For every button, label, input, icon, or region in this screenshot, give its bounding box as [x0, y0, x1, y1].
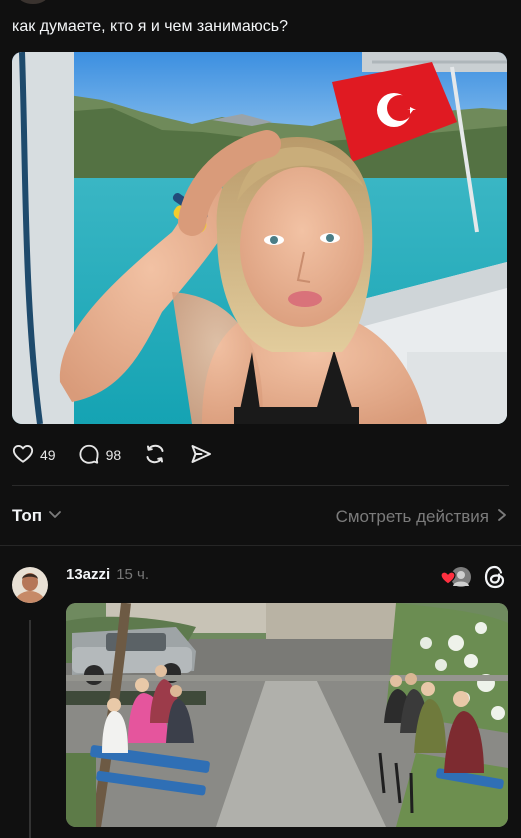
thread-line [29, 620, 31, 838]
divider [12, 485, 509, 486]
repost-icon [143, 442, 167, 469]
sort-label: Топ [12, 506, 42, 525]
reaction-badge[interactable] [440, 566, 472, 588]
comment-icon [78, 443, 100, 468]
view-activity-label: Смотреть действия [335, 507, 489, 526]
section-divider [0, 545, 521, 546]
post-image[interactable] [12, 52, 507, 424]
reply-count: 98 [105, 447, 122, 463]
reply-header: 13azzi 15 ч. [66, 566, 149, 583]
reply-username[interactable]: 13azzi [66, 566, 110, 583]
avatar[interactable] [12, 567, 48, 603]
heart-icon [12, 443, 34, 468]
reply-image[interactable] [66, 603, 508, 827]
reply-button[interactable]: 98 [78, 443, 122, 468]
previous-avatar-stub [18, 0, 48, 4]
like-count: 49 [40, 447, 56, 463]
like-button[interactable]: 49 [12, 443, 56, 468]
repost-button[interactable] [143, 442, 167, 469]
send-icon [189, 442, 213, 469]
view-activity-link[interactable]: Смотреть действия [336, 507, 507, 527]
threads-logo-icon[interactable] [482, 564, 508, 590]
sort-dropdown[interactable]: Топ [12, 506, 62, 526]
reply-timestamp: 15 ч. [116, 566, 150, 583]
post-text: как думаете, кто я и чем занимаюсь? [12, 18, 289, 35]
post-actions: 49 98 [12, 442, 235, 468]
chevron-down-icon [48, 506, 62, 526]
chevron-right-icon [497, 507, 507, 527]
share-button[interactable] [189, 442, 213, 469]
